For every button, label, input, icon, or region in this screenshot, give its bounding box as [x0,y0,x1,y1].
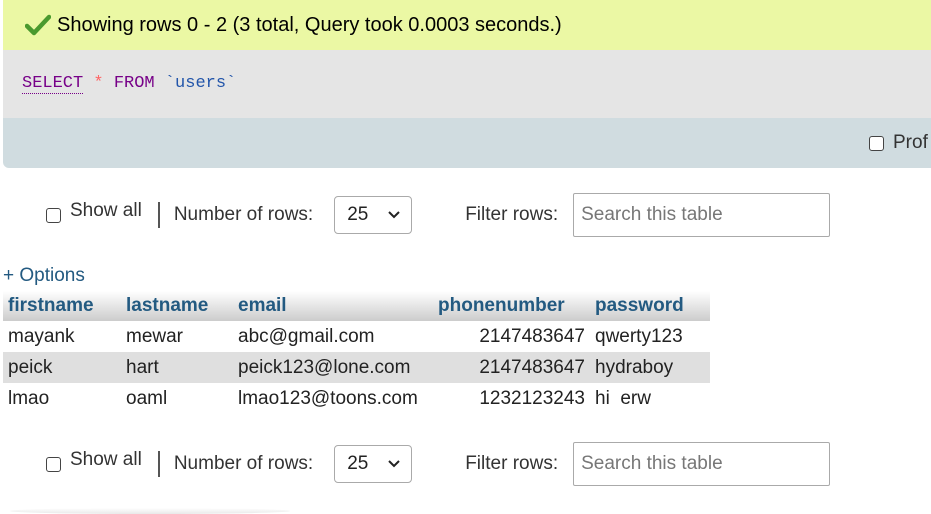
chevron-down-icon [388,460,400,468]
cell-lastname[interactable]: hart [121,352,233,383]
show-all-label: Show all [70,200,142,221]
rows-label: Number of rows: [173,453,314,474]
cell-lastname[interactable]: mewar [121,321,233,352]
cell-phonenumber[interactable]: 1232123243 [433,383,590,414]
column-header-password[interactable]: password [590,291,710,321]
profiling-option[interactable]: Prof [869,132,928,154]
query-toolbar: Prof [3,118,931,168]
navigation-top: Show all Number of rows: 25 Filter rows:… [46,193,831,237]
cell-email[interactable]: lmao123@toons.com [233,383,433,414]
show-all-checkbox[interactable] [46,207,61,223]
options-link[interactable]: + Options [3,265,85,287]
show-all-label: Show all [70,449,142,470]
column-header-phonenumber[interactable]: phonenumber [433,291,590,321]
check-icon [25,14,51,36]
cell-firstname[interactable]: peick [3,352,121,383]
show-all-checkbox[interactable] [46,456,61,472]
search-input[interactable]: Search this table [573,442,831,486]
sql-select-keyword[interactable]: SELECT [22,74,84,94]
table-row[interactable]: peick hart peick123@lone.com 2147483647 … [3,352,710,383]
cell-email[interactable]: peick123@lone.com [233,352,433,383]
rows-select-value: 25 [347,204,369,225]
cell-email[interactable]: abc@gmail.com [233,321,433,352]
column-header-email[interactable]: email [233,291,433,321]
cell-password[interactable]: hi erw [590,383,710,414]
sql-star: * [93,74,104,93]
cell-phonenumber[interactable]: 2147483647 [433,352,590,383]
success-text: Showing rows 0 - 2 (3 total, Query took … [57,13,562,36]
profiling-checkbox[interactable] [869,135,884,151]
chevron-down-icon [388,211,400,219]
rows-label: Number of rows: [173,204,314,225]
show-all-option[interactable]: Show all [46,200,142,226]
panel-shadow [10,508,290,514]
rows-select[interactable]: 25 [334,196,413,234]
sql-query-box: SELECT * FROM `users` [3,50,931,118]
rows-select-value: 25 [347,453,369,474]
sql-from-keyword: FROM [113,74,155,93]
cell-password[interactable]: qwerty123 [590,321,710,352]
search-placeholder: Search this table [581,204,723,225]
results-table: firstname lastname email phonenumber pas… [3,291,710,414]
column-header-firstname[interactable]: firstname [3,291,121,321]
filter-label: Filter rows: [465,453,559,474]
cell-phonenumber[interactable]: 2147483647 [433,321,590,352]
sql-query: SELECT * FROM `users` [22,74,237,94]
search-input[interactable]: Search this table [573,193,831,237]
profiling-label: Prof [893,132,928,153]
table-row[interactable]: mayank mewar abc@gmail.com 2147483647 qw… [3,321,710,352]
search-placeholder: Search this table [581,453,723,474]
cell-firstname[interactable]: lmao [3,383,121,414]
separator [157,451,160,477]
column-header-lastname[interactable]: lastname [121,291,233,321]
cell-password[interactable]: hydraboy [590,352,710,383]
sql-table-name: `users` [164,74,237,93]
navigation-bottom: Show all Number of rows: 25 Filter rows:… [46,442,831,486]
cell-lastname[interactable]: oaml [121,383,233,414]
success-message: Showing rows 0 - 2 (3 total, Query took … [3,0,931,50]
show-all-option[interactable]: Show all [46,449,142,475]
separator [157,202,160,228]
table-row[interactable]: lmao oaml lmao123@toons.com 1232123243 h… [3,383,710,414]
table-header-row: firstname lastname email phonenumber pas… [3,291,710,321]
cell-firstname[interactable]: mayank [3,321,121,352]
filter-label: Filter rows: [465,204,559,225]
rows-select[interactable]: 25 [334,445,413,483]
